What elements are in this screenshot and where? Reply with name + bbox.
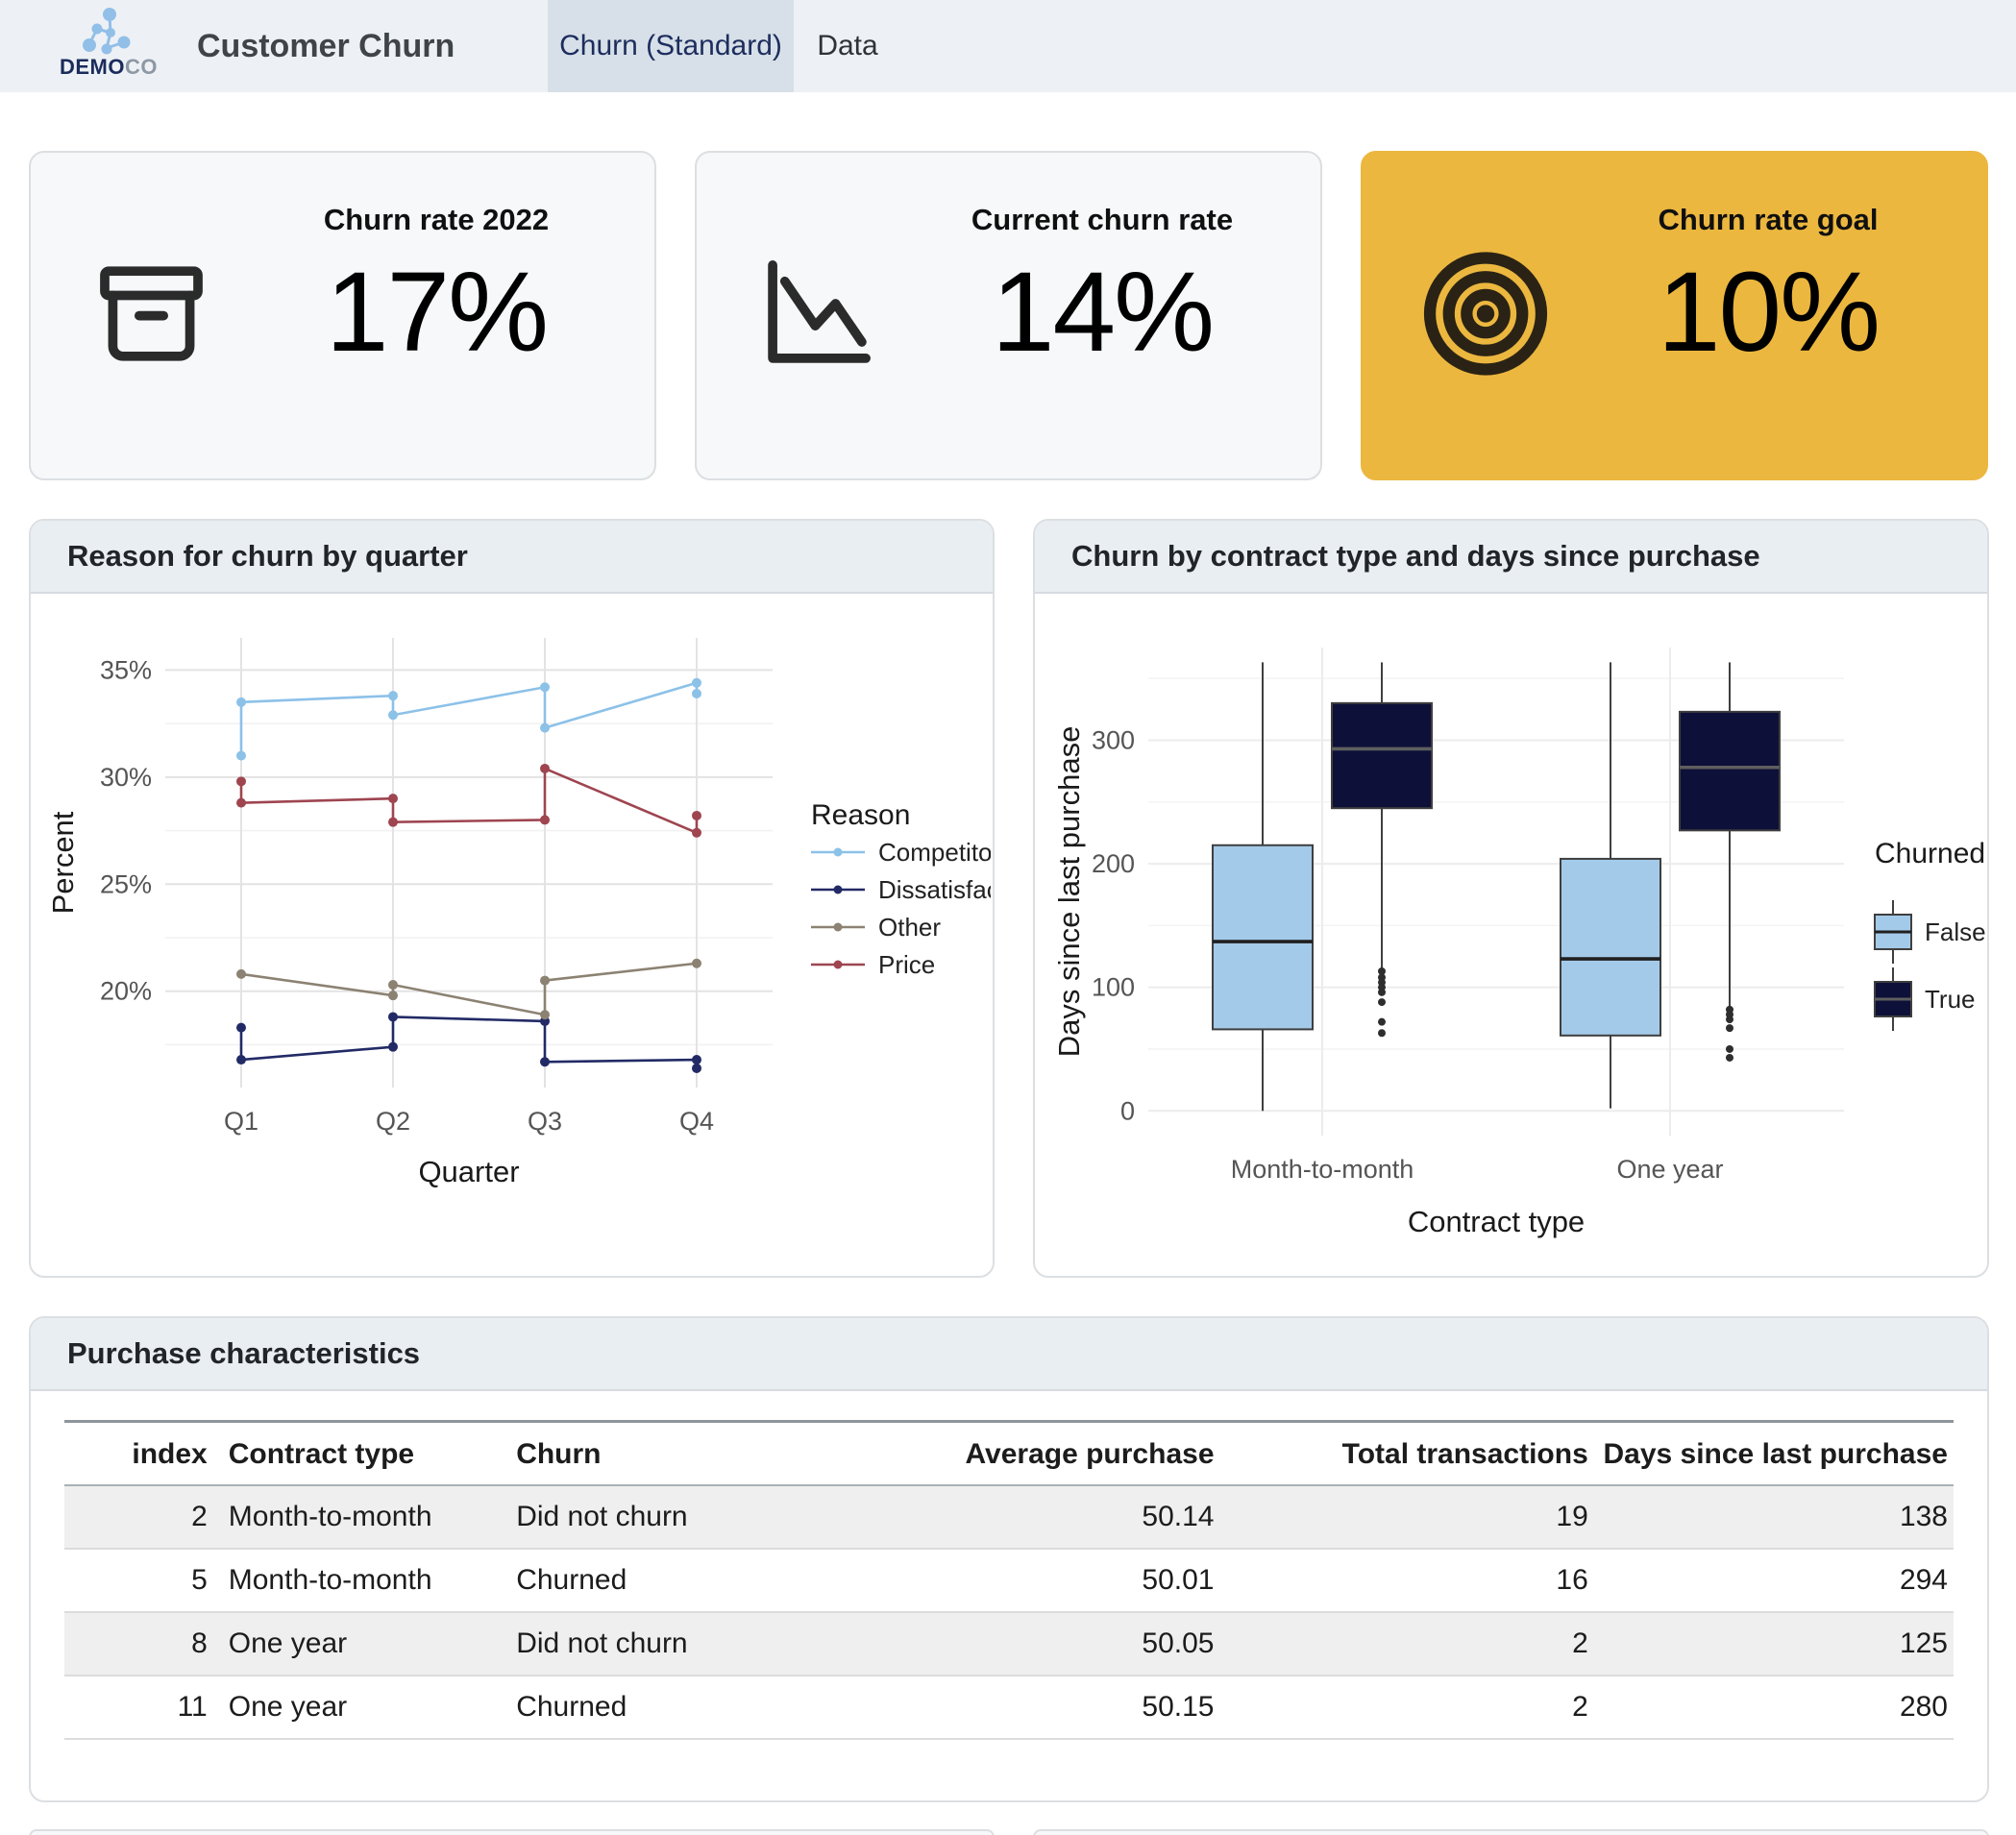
table-cell: 50.15 bbox=[817, 1676, 1219, 1739]
svg-text:Q3: Q3 bbox=[528, 1107, 562, 1136]
next-card-sliver bbox=[1033, 1829, 1989, 1835]
kpi-value: 17% bbox=[247, 251, 626, 376]
table-cell: 2 bbox=[1220, 1676, 1594, 1739]
svg-text:Dissatisfaction: Dissatisfaction bbox=[878, 875, 991, 904]
svg-text:0: 0 bbox=[1120, 1096, 1135, 1125]
table-cell: 2 bbox=[64, 1485, 213, 1549]
table-row: 2Month-to-monthDid not churn50.1419138 bbox=[64, 1485, 1954, 1549]
archive-box-icon bbox=[86, 249, 216, 383]
target-icon bbox=[1418, 246, 1553, 385]
kpi-value: 14% bbox=[913, 251, 1291, 376]
svg-text:Month-to-month: Month-to-month bbox=[1231, 1155, 1414, 1184]
line-chart-svg: 20% 25% 30% 35% Q1 Q2 Q3 Q4 Quarter Percent Reason… bbox=[31, 594, 991, 1276]
table-cell: Month-to-month bbox=[213, 1485, 501, 1549]
svg-text:Q1: Q1 bbox=[224, 1107, 258, 1136]
dashboard-page: DEMOCO Customer Churn Churn (Standard) D… bbox=[0, 0, 2016, 1835]
svg-text:Competitor: Competitor bbox=[878, 838, 991, 867]
churn-box-plot-chart: 0 100 200 300 Month-to-month One year Contract… bbox=[1035, 594, 1987, 1276]
logo-light: CO bbox=[125, 55, 158, 79]
table-cell: 50.01 bbox=[817, 1549, 1219, 1612]
svg-text:Reason: Reason bbox=[811, 799, 910, 831]
panel-title: Purchase characteristics bbox=[31, 1318, 1987, 1391]
table-cell: 16 bbox=[1220, 1549, 1594, 1612]
svg-text:20%: 20% bbox=[100, 977, 152, 1006]
box-plot-svg: 0 100 200 300 Month-to-month One year Contract… bbox=[1035, 594, 1987, 1276]
table-column-header: Contract type bbox=[213, 1422, 501, 1486]
svg-text:Q4: Q4 bbox=[679, 1107, 714, 1136]
kpi-value: 10% bbox=[1579, 251, 1957, 376]
table-cell: One year bbox=[213, 1676, 501, 1739]
kpi-label: Churn rate 2022 bbox=[247, 203, 626, 237]
table-cell: Churned bbox=[501, 1676, 817, 1739]
svg-text:Q2: Q2 bbox=[376, 1107, 410, 1136]
panel-title: Churn by contract type and days since pu… bbox=[1035, 521, 1987, 594]
svg-text:30%: 30% bbox=[100, 763, 152, 792]
table-row: 8One yearDid not churn50.052125 bbox=[64, 1612, 1954, 1676]
svg-text:False: False bbox=[1925, 918, 1986, 946]
table-column-header: Churn bbox=[501, 1422, 817, 1486]
tab-data[interactable]: Data bbox=[794, 0, 901, 92]
svg-text:Churned: Churned bbox=[1875, 838, 1985, 869]
table-cell: 125 bbox=[1594, 1612, 1954, 1676]
svg-text:200: 200 bbox=[1092, 849, 1135, 878]
churn-reason-line-chart: 20% 25% 30% 35% Q1 Q2 Q3 Q4 Quarter Percent Reason… bbox=[31, 594, 993, 1276]
svg-text:Contract type: Contract type bbox=[1408, 1205, 1585, 1238]
table-cell: Churned bbox=[501, 1549, 817, 1612]
panel-reason-for-churn: Reason for churn by quarter 20% 25% 30% 35%… bbox=[29, 519, 995, 1278]
tab-churn-standard[interactable]: Churn (Standard) bbox=[548, 0, 794, 92]
table-cell: 294 bbox=[1594, 1549, 1954, 1612]
chart-line-down-icon bbox=[752, 249, 882, 383]
table-header-row: indexContract typeChurnAverage purchaseT… bbox=[64, 1422, 1954, 1486]
table-cell: 2 bbox=[1220, 1612, 1594, 1676]
svg-text:One year: One year bbox=[1616, 1155, 1723, 1184]
table-column-header: Days since last purchase bbox=[1594, 1422, 1954, 1486]
kpi-card-churn-rate-2022: Churn rate 2022 17% bbox=[29, 151, 656, 480]
table-cell: 138 bbox=[1594, 1485, 1954, 1549]
company-logo: DEMOCO bbox=[56, 4, 161, 90]
table-row: 11One yearChurned50.152280 bbox=[64, 1676, 1954, 1739]
svg-text:True: True bbox=[1925, 985, 1976, 1014]
table-cell: Did not churn bbox=[501, 1612, 817, 1676]
svg-text:25%: 25% bbox=[100, 869, 152, 898]
table-cell: 11 bbox=[64, 1676, 213, 1739]
table-cell: One year bbox=[213, 1612, 501, 1676]
table-column-header: Total transactions bbox=[1220, 1422, 1594, 1486]
table-cell: Did not churn bbox=[501, 1485, 817, 1549]
tab-label: Data bbox=[817, 30, 877, 62]
svg-text:Percent: Percent bbox=[46, 811, 80, 914]
panel-purchase-characteristics: Purchase characteristics indexContract t… bbox=[29, 1316, 1989, 1802]
svg-text:Quarter: Quarter bbox=[418, 1155, 519, 1188]
kpi-card-current-churn-rate: Current churn rate 14% bbox=[695, 151, 1322, 480]
top-bar: DEMOCO Customer Churn Churn (Standard) D… bbox=[0, 0, 2016, 92]
kpi-card-churn-rate-goal: Churn rate goal 10% bbox=[1361, 151, 1988, 480]
table-cell: Month-to-month bbox=[213, 1549, 501, 1612]
svg-text:100: 100 bbox=[1092, 973, 1135, 1002]
table-column-header: Average purchase bbox=[817, 1422, 1219, 1486]
table-row: 5Month-to-monthChurned50.0116294 bbox=[64, 1549, 1954, 1612]
svg-text:Days since last purchase: Days since last purchase bbox=[1052, 726, 1086, 1058]
panel-title: Reason for churn by quarter bbox=[31, 521, 993, 594]
table-column-header: index bbox=[64, 1422, 213, 1486]
table-cell: 5 bbox=[64, 1549, 213, 1612]
logo-bold: DEMO bbox=[60, 55, 125, 79]
table-cell: 8 bbox=[64, 1612, 213, 1676]
kpi-label: Churn rate goal bbox=[1579, 203, 1957, 237]
next-card-sliver bbox=[29, 1829, 995, 1835]
table-cell: 280 bbox=[1594, 1676, 1954, 1739]
table-cell: 19 bbox=[1220, 1485, 1594, 1549]
svg-text:Price: Price bbox=[878, 950, 935, 979]
svg-text:35%: 35% bbox=[100, 655, 152, 684]
page-title: Customer Churn bbox=[197, 0, 455, 92]
tab-label: Churn (Standard) bbox=[559, 30, 782, 62]
network-logo-icon bbox=[78, 6, 139, 58]
logo-wordmark: DEMOCO bbox=[56, 58, 161, 77]
panel-churn-by-contract: Churn by contract type and days since pu… bbox=[1033, 519, 1989, 1278]
svg-text:Other: Other bbox=[878, 913, 941, 942]
table-cell: 50.14 bbox=[817, 1485, 1219, 1549]
svg-text:300: 300 bbox=[1092, 725, 1135, 754]
kpi-label: Current churn rate bbox=[913, 203, 1291, 237]
table-cell: 50.05 bbox=[817, 1612, 1219, 1676]
purchase-table: indexContract typeChurnAverage purchaseT… bbox=[64, 1420, 1954, 1740]
